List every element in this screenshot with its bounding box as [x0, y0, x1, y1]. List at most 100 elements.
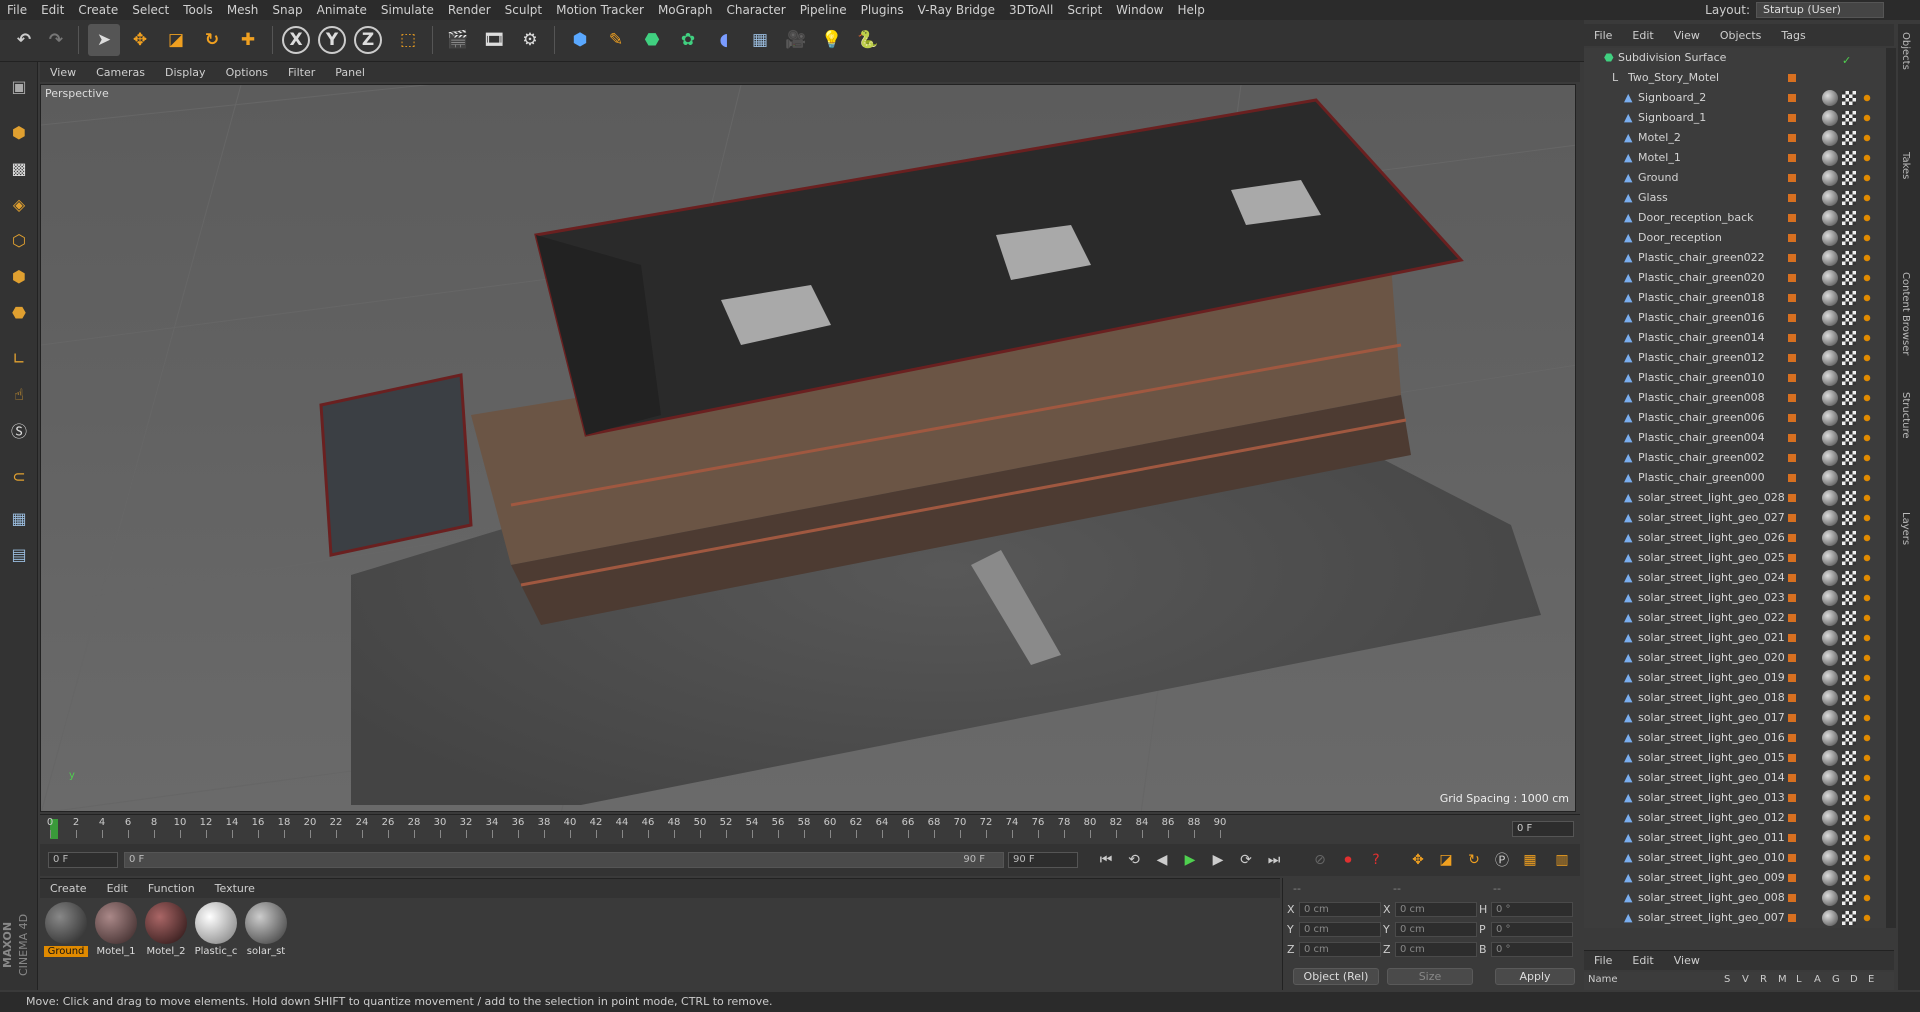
phong-tag-icon[interactable] [1860, 611, 1874, 625]
coordinate-system-icon[interactable]: ⬚ [392, 24, 424, 56]
key-param-icon[interactable]: Ⓟ [1490, 848, 1514, 872]
phong-tag-icon[interactable] [1860, 371, 1874, 385]
material-tag-icon[interactable] [1822, 350, 1838, 366]
phong-tag-icon[interactable] [1860, 871, 1874, 885]
material-swatch[interactable]: Ground [44, 902, 88, 957]
phong-tag-icon[interactable] [1860, 651, 1874, 665]
texture-tag-icon[interactable] [1842, 491, 1856, 505]
key-pla-icon[interactable]: ▦ [1518, 848, 1542, 872]
material-tag-icon[interactable] [1822, 490, 1838, 506]
light-icon[interactable]: 💡 [816, 24, 848, 56]
material-tag-icon[interactable] [1822, 910, 1838, 926]
texture-tag-icon[interactable] [1842, 211, 1856, 225]
phong-tag-icon[interactable] [1860, 831, 1874, 845]
object-row[interactable]: ▲ Plastic_chair_green004 [1584, 428, 1894, 448]
phong-tag-icon[interactable] [1860, 491, 1874, 505]
end-frame-field[interactable]: 90 F [1008, 852, 1078, 868]
material-menu-item[interactable]: Texture [205, 882, 265, 895]
menu-item[interactable]: Pipeline [793, 0, 854, 20]
object-row[interactable]: ▲ Glass [1584, 188, 1894, 208]
texture-tag-icon[interactable] [1842, 871, 1856, 885]
viewport-menu-item[interactable]: Filter [278, 66, 325, 79]
object-row[interactable]: ▲ solar_street_light_geo_009 [1584, 868, 1894, 888]
edge-tab[interactable]: Structure [1900, 392, 1911, 439]
menu-item[interactable]: MoGraph [651, 0, 720, 20]
layer-menu-item[interactable]: Edit [1622, 954, 1663, 967]
texture-tag-icon[interactable] [1842, 171, 1856, 185]
coord-value-field[interactable]: 0 ° [1491, 902, 1573, 917]
menu-item[interactable]: Snap [265, 0, 309, 20]
current-frame-field[interactable]: 0 F [1512, 821, 1574, 837]
menu-item[interactable]: Mesh [220, 0, 266, 20]
next-key-icon[interactable]: ⟳ [1234, 848, 1258, 872]
menu-item[interactable]: Create [71, 0, 125, 20]
object-menu-item[interactable]: Edit [1622, 29, 1663, 42]
texture-tag-icon[interactable] [1842, 311, 1856, 325]
make-editable-icon[interactable]: ▣ [3, 70, 35, 102]
menu-item[interactable]: Character [719, 0, 792, 20]
object-row[interactable]: ▲ solar_street_light_geo_025 [1584, 548, 1894, 568]
record-keys-icon[interactable]: ⏺ [1336, 848, 1360, 872]
phong-tag-icon[interactable] [1860, 271, 1874, 285]
object-row[interactable]: ▲ solar_street_light_geo_026 [1584, 528, 1894, 548]
texture-tag-icon[interactable] [1842, 731, 1856, 745]
object-row[interactable]: ▲ solar_street_light_geo_012 [1584, 808, 1894, 828]
key-position-icon[interactable]: ✥ [1406, 848, 1430, 872]
object-row[interactable]: ▲ solar_street_light_geo_020 [1584, 648, 1894, 668]
coord-value-field[interactable]: 0 cm [1299, 922, 1381, 937]
material-tag-icon[interactable] [1822, 810, 1838, 826]
coord-value-field[interactable]: 0 cm [1299, 902, 1381, 917]
magnet-icon[interactable]: ⊂ [3, 460, 35, 492]
object-row[interactable]: ▲ solar_street_light_geo_022 [1584, 608, 1894, 628]
menu-item[interactable]: Motion Tracker [549, 0, 651, 20]
object-row[interactable]: ▲ solar_street_light_geo_016 [1584, 728, 1894, 748]
phong-tag-icon[interactable] [1860, 631, 1874, 645]
apply-button[interactable]: Apply [1495, 968, 1575, 985]
menu-item[interactable]: Plugins [854, 0, 911, 20]
object-row[interactable]: ▲ solar_street_light_geo_017 [1584, 708, 1894, 728]
texture-tag-icon[interactable] [1842, 691, 1856, 705]
phong-tag-icon[interactable] [1860, 551, 1874, 565]
object-row[interactable]: ▲ Motel_2 [1584, 128, 1894, 148]
texture-tag-icon[interactable] [1842, 471, 1856, 485]
phong-tag-icon[interactable] [1860, 251, 1874, 265]
texture-tag-icon[interactable] [1842, 291, 1856, 305]
phong-tag-icon[interactable] [1860, 391, 1874, 405]
material-tag-icon[interactable] [1822, 330, 1838, 346]
phong-tag-icon[interactable] [1860, 131, 1874, 145]
texture-tag-icon[interactable] [1842, 131, 1856, 145]
material-tag-icon[interactable] [1822, 710, 1838, 726]
phong-tag-icon[interactable] [1860, 591, 1874, 605]
object-row[interactable]: ▲ Plastic_chair_green014 [1584, 328, 1894, 348]
menu-item[interactable]: V-Ray Bridge [911, 0, 1002, 20]
subdivision-surface-icon[interactable]: ⬣ [636, 24, 668, 56]
material-tag-icon[interactable] [1822, 870, 1838, 886]
texture-tag-icon[interactable] [1842, 451, 1856, 465]
object-row[interactable]: ▲ Plastic_chair_green006 [1584, 408, 1894, 428]
texture-tag-icon[interactable] [1842, 711, 1856, 725]
texture-tag-icon[interactable] [1842, 611, 1856, 625]
viewport-menu-item[interactable]: View [40, 66, 86, 79]
object-menu-item[interactable]: Tags [1771, 29, 1815, 42]
coord-value-field[interactable]: 0 ° [1491, 942, 1573, 957]
texture-tag-icon[interactable] [1842, 651, 1856, 665]
texture-mode-icon[interactable]: ▩ [3, 152, 35, 184]
phong-tag-icon[interactable] [1860, 691, 1874, 705]
material-tag-icon[interactable] [1822, 510, 1838, 526]
menu-item[interactable]: Edit [34, 0, 71, 20]
key-rotation-icon[interactable]: ↻ [1462, 848, 1486, 872]
viewport-menu-item[interactable]: Panel [325, 66, 375, 79]
model-mode-icon[interactable]: ⬢ [3, 116, 35, 148]
material-tag-icon[interactable] [1822, 290, 1838, 306]
material-tag-icon[interactable] [1822, 130, 1838, 146]
phong-tag-icon[interactable] [1860, 751, 1874, 765]
undo-icon[interactable]: ↶ [8, 24, 40, 56]
material-menu-item[interactable]: Function [138, 882, 205, 895]
object-row[interactable]: ▲ solar_street_light_geo_021 [1584, 628, 1894, 648]
material-swatch[interactable]: Motel_1 [94, 902, 138, 957]
material-tag-icon[interactable] [1822, 170, 1838, 186]
material-tag-icon[interactable] [1822, 590, 1838, 606]
texture-tag-icon[interactable] [1842, 371, 1856, 385]
material-tag-icon[interactable] [1822, 850, 1838, 866]
texture-tag-icon[interactable] [1842, 331, 1856, 345]
